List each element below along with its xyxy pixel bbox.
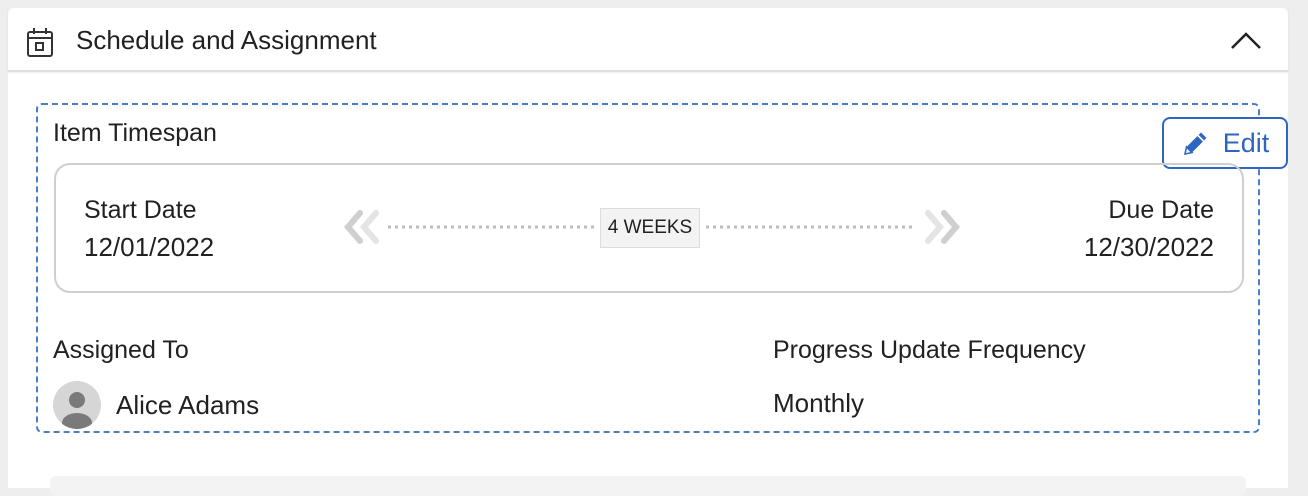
double-chevron-right-icon — [925, 210, 960, 244]
next-section-placeholder — [50, 476, 1246, 496]
date-range-panel: Start Date 12/01/2022 4 WEEKS Due Date 1… — [54, 163, 1244, 293]
due-date-value: 12/30/2022 — [1083, 232, 1214, 262]
card-header[interactable]: Schedule and Assignment — [8, 8, 1288, 72]
assigned-to-label: Assigned To — [53, 336, 189, 364]
edit-button[interactable]: Edit — [1162, 117, 1288, 169]
pencil-icon — [1183, 132, 1207, 156]
due-date-label: Due Date — [1108, 196, 1214, 224]
chevron-up-icon[interactable] — [1228, 26, 1264, 54]
double-chevron-left-icon — [344, 210, 379, 244]
start-date-value: 12/01/2022 — [84, 232, 215, 262]
item-timespan-title: Item Timespan — [53, 119, 217, 147]
schedule-assignment-card: Schedule and Assignment Item Timespan Ed… — [8, 8, 1288, 496]
item-timespan-section: Item Timespan Edit Start Date 12/01/2022 — [36, 103, 1288, 433]
section-header-title: Schedule and Assignment — [76, 25, 377, 55]
duration-badge: 4 WEEKS — [600, 208, 700, 248]
user-avatar-icon — [53, 381, 101, 429]
progress-frequency-label: Progress Update Frequency — [773, 336, 1086, 364]
progress-frequency-value: Monthly — [773, 388, 865, 418]
edit-button-label: Edit — [1222, 127, 1270, 158]
start-date-label: Start Date — [84, 196, 197, 224]
assignee-name: Alice Adams — [116, 390, 260, 420]
calendar-icon — [27, 28, 53, 57]
